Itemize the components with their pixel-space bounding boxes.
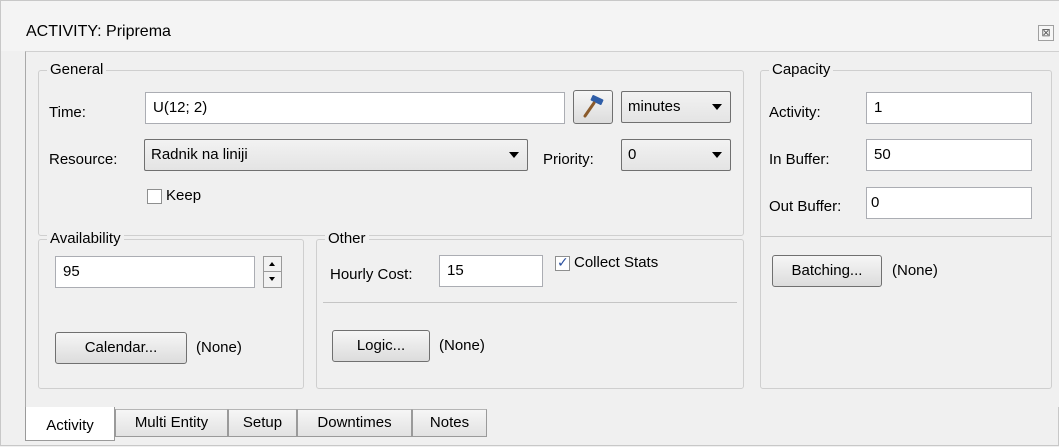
spin-down-icon[interactable]	[264, 272, 281, 287]
out-buffer-input[interactable]: 0	[866, 187, 1032, 219]
time-label: Time:	[49, 104, 86, 121]
other-legend: Other	[325, 230, 369, 247]
out-buffer-label: Out Buffer:	[769, 198, 842, 215]
hammer-icon	[583, 95, 604, 118]
capacity-group: Capacity Activity: 1 In Buffer: 50 Out B…	[760, 61, 1052, 389]
time-unit-value: minutes	[628, 98, 681, 115]
logic-status: (None)	[439, 337, 485, 354]
chevron-down-icon	[712, 152, 722, 158]
calendar-button[interactable]: Calendar...	[55, 332, 187, 364]
availability-group: Availability 95 Calendar... (None)	[38, 230, 304, 389]
general-group: General Time: U(12; 2) minutes Resource:…	[38, 61, 744, 236]
in-buffer-label: In Buffer:	[769, 151, 830, 168]
activity-tab-panel: General Time: U(12; 2) minutes Resource:…	[25, 51, 1059, 407]
capacity-divider	[761, 236, 1051, 237]
hourly-cost-label: Hourly Cost:	[330, 266, 413, 283]
in-buffer-input[interactable]: 50	[866, 139, 1032, 171]
tab-multi-entity[interactable]: Multi Entity	[115, 409, 228, 437]
batching-button[interactable]: Batching...	[772, 255, 882, 287]
chevron-down-icon	[712, 104, 722, 110]
activity-capacity-label: Activity:	[769, 104, 821, 121]
close-icon[interactable]: ⊠	[1038, 25, 1054, 41]
priority-value: 0	[628, 146, 637, 163]
tab-downtimes[interactable]: Downtimes	[297, 409, 412, 437]
other-divider	[323, 302, 737, 303]
spin-up-icon[interactable]	[264, 257, 281, 272]
tab-activity[interactable]: Activity	[25, 407, 115, 441]
general-legend: General	[47, 61, 107, 78]
other-group: Other Hourly Cost: 15 Collect Stats Logi…	[316, 230, 744, 389]
hourly-cost-input[interactable]: 15	[439, 255, 543, 287]
logic-button[interactable]: Logic...	[332, 330, 430, 362]
resource-select[interactable]: Radnik na liniji	[144, 139, 528, 171]
availability-spinner[interactable]	[263, 256, 282, 288]
priority-select[interactable]: 0	[621, 139, 731, 171]
keep-label: Keep	[166, 187, 202, 204]
batching-status: (None)	[892, 262, 938, 279]
time-unit-select[interactable]: minutes	[621, 91, 731, 123]
capacity-legend: Capacity	[769, 61, 834, 78]
keep-checkbox[interactable]	[147, 189, 162, 204]
chevron-down-icon	[509, 152, 519, 158]
title-bar: ACTIVITY: Priprema ⊠	[1, 1, 1059, 51]
time-input[interactable]: U(12; 2)	[145, 92, 565, 124]
resource-label: Resource:	[49, 151, 118, 168]
time-expression-button[interactable]	[573, 90, 613, 124]
availability-legend: Availability	[47, 230, 124, 247]
tab-setup[interactable]: Setup	[228, 409, 297, 437]
availability-input[interactable]: 95	[55, 256, 255, 288]
resource-value: Radnik na liniji	[151, 146, 248, 163]
tab-notes[interactable]: Notes	[412, 409, 487, 437]
priority-label: Priority:	[543, 151, 594, 168]
window-title: ACTIVITY: Priprema	[26, 23, 171, 40]
activity-dialog: ACTIVITY: Priprema ⊠ General Time: U(12;…	[0, 0, 1059, 446]
activity-capacity-input[interactable]: 1	[866, 92, 1032, 124]
calendar-status: (None)	[196, 339, 242, 356]
collect-stats-checkbox[interactable]	[555, 254, 570, 271]
collect-stats-label: Collect Stats	[574, 254, 659, 271]
